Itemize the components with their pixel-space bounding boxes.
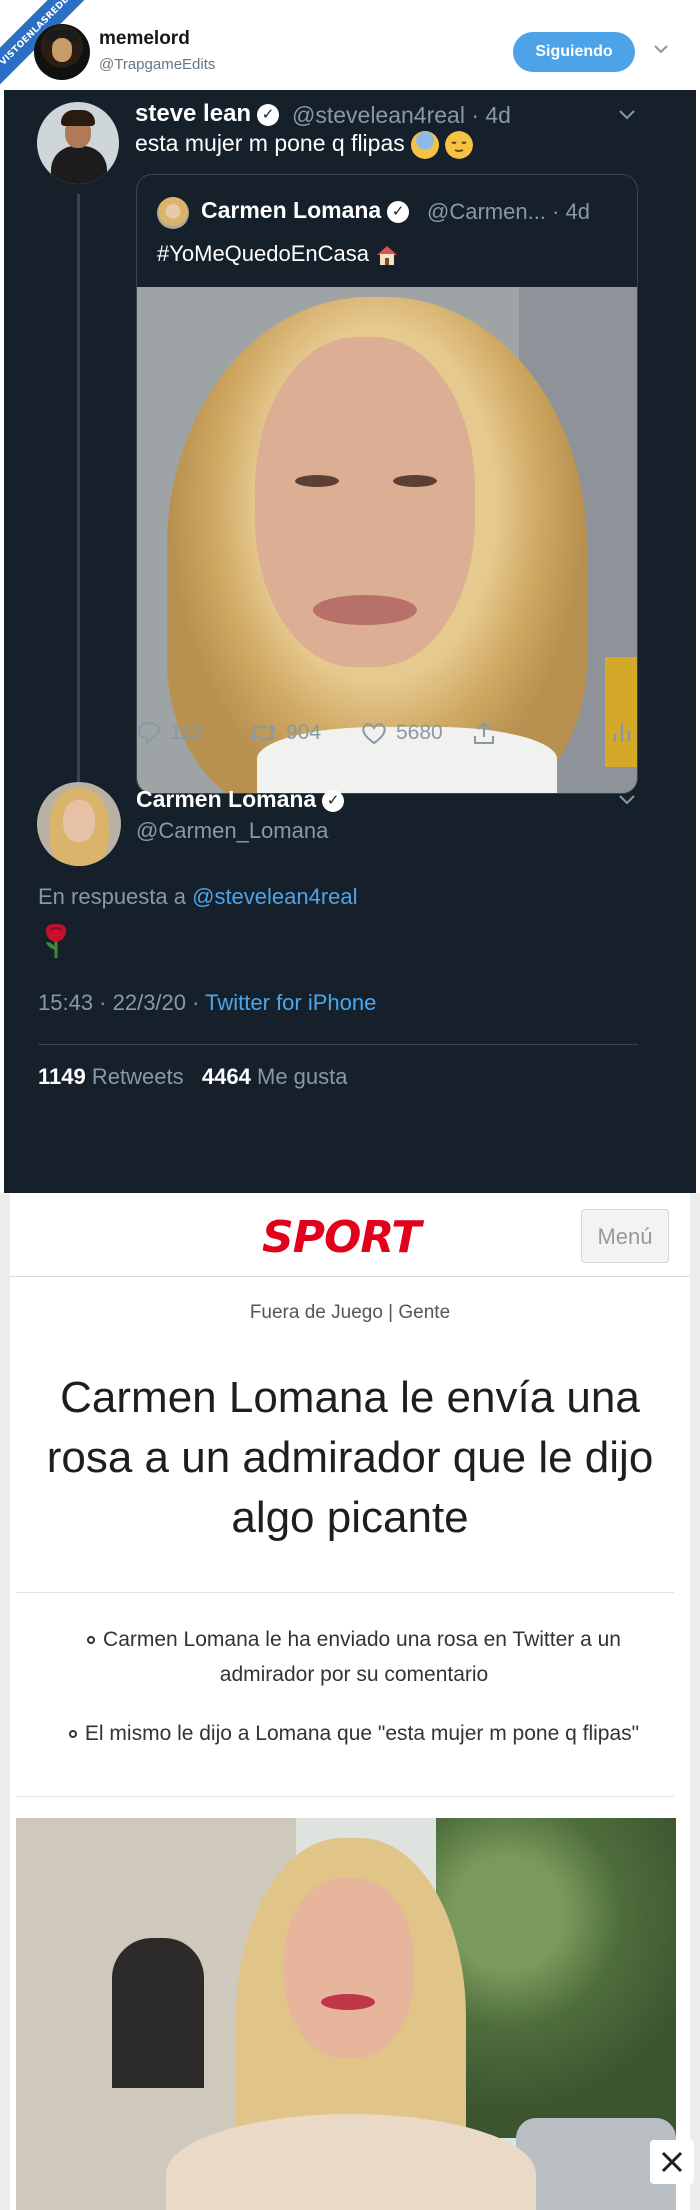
article-summary: Carmen Lomana le ha enviado una rosa en … — [40, 1622, 660, 1775]
reply-author-name[interactable]: Carmen Lomana ✓ — [136, 786, 345, 813]
tweet-text: esta mujer m pone q flipas — [135, 130, 473, 159]
likes-count: 4464 — [201, 1064, 251, 1089]
retweet-count: 904 — [286, 721, 322, 744]
chevron-down-icon[interactable] — [652, 40, 670, 58]
list-item: El mismo le dijo a Lomana que "esta muje… — [40, 1716, 660, 1751]
summary-text: El mismo le dijo a Lomana que "esta muje… — [84, 1722, 640, 1745]
in-reply-to: En respuesta a @stevelean4real — [38, 884, 358, 910]
like-count: 5680 — [396, 721, 443, 744]
divider — [16, 1796, 674, 1797]
sport-logo[interactable]: SPORT — [262, 1212, 421, 1263]
heart-icon — [362, 723, 386, 745]
summary-text: Carmen Lomana le ha enviado una rosa en … — [103, 1628, 621, 1686]
rose-icon — [46, 924, 66, 958]
like-action[interactable]: 5680 — [360, 718, 443, 748]
timestamp-text: 15:43 · 22/3/20 · — [38, 990, 200, 1015]
chevron-down-icon[interactable] — [617, 789, 637, 809]
list-item: Carmen Lomana le ha enviado una rosa en … — [40, 1622, 660, 1692]
reply-count: 112 — [170, 721, 204, 744]
relieved-face-icon — [444, 130, 473, 159]
likes-label: Me gusta — [257, 1064, 348, 1089]
reply-author-name-text: Carmen Lomana — [136, 786, 317, 812]
client-link[interactable]: Twitter for iPhone — [205, 990, 376, 1015]
divider — [16, 1592, 674, 1593]
avatar — [157, 197, 189, 229]
article-headline: Carmen Lomana le envía una rosa a un adm… — [46, 1373, 654, 1542]
analytics-action[interactable] — [612, 718, 640, 748]
fearful-face-icon — [410, 130, 439, 159]
verified-icon: ✓ — [322, 789, 345, 812]
reply-icon — [137, 721, 161, 746]
hashtag-link[interactable]: #YoMeQuedoEnCasa — [157, 241, 369, 266]
retweets-label: Retweets — [91, 1064, 184, 1089]
close-icon[interactable] — [650, 2140, 694, 2184]
tweet-author-name[interactable]: steve lean ✓ — [135, 100, 280, 128]
author-handle[interactable]: @TrapgameEdits — [99, 56, 215, 73]
analytics-icon — [613, 724, 631, 742]
verified-icon: ✓ — [387, 200, 410, 223]
retweets-count: 1149 — [38, 1064, 86, 1089]
reply-author-handle[interactable]: @Carmen_Lomana — [136, 818, 328, 844]
tweet-actions: 112 904 5680 — [136, 718, 638, 748]
quoted-tweet-text: #YoMeQuedoEnCasa — [157, 241, 399, 267]
tweet-text-content: esta mujer m pone q flipas — [135, 130, 405, 156]
menu-button[interactable]: Menú — [581, 1209, 669, 1263]
reply-action[interactable]: 112 — [136, 718, 203, 748]
share-action[interactable] — [471, 718, 505, 748]
avatar[interactable] — [34, 24, 90, 80]
verified-icon: ✓ — [257, 103, 280, 126]
quoted-tweet[interactable]: Carmen Lomana ✓ @Carmen... · 4d #YoMeQued… — [136, 174, 638, 794]
bullet-icon — [68, 1730, 77, 1739]
house-icon — [377, 246, 398, 266]
article-photo — [16, 1818, 676, 2210]
retweet-action[interactable]: 904 — [248, 718, 321, 748]
likes-stat[interactable]: 4464 Me gusta — [202, 1064, 348, 1089]
quoted-author-handle: @Carmen... · 4d — [427, 199, 590, 224]
divider — [38, 1044, 638, 1045]
chevron-down-icon[interactable] — [617, 104, 637, 124]
avatar[interactable] — [37, 782, 121, 866]
avatar[interactable] — [37, 102, 119, 184]
quoted-author-name: Carmen Lomana ✓ — [201, 197, 410, 224]
bullet-icon — [87, 1636, 96, 1645]
retweets-stat[interactable]: 1149 Retweets — [38, 1064, 184, 1089]
tweet-stats: 1149 Retweets 4464 Me gusta — [38, 1064, 348, 1090]
breadcrumb[interactable]: Fuera de Juego | Gente — [0, 1302, 700, 1324]
tweet-author-name-text: steve lean — [135, 100, 252, 127]
quoted-author-name-text: Carmen Lomana — [201, 197, 382, 223]
retweet-icon — [249, 724, 277, 742]
author-name[interactable]: memelord — [99, 28, 190, 50]
reply-prefix: En respuesta a — [38, 884, 186, 909]
thread-line — [77, 194, 80, 864]
following-button[interactable]: Siguiendo — [513, 32, 635, 72]
reply-to-handle-link[interactable]: @stevelean4real — [192, 884, 357, 909]
share-icon — [474, 721, 494, 744]
tweet-author-handle[interactable]: @stevelean4real · 4d — [292, 102, 511, 129]
tweet-header: VISTOENLASREDES memelord @TrapgameEdits … — [0, 0, 700, 92]
tweet-timestamp: 15:43 · 22/3/20 · Twitter for iPhone — [38, 990, 376, 1016]
